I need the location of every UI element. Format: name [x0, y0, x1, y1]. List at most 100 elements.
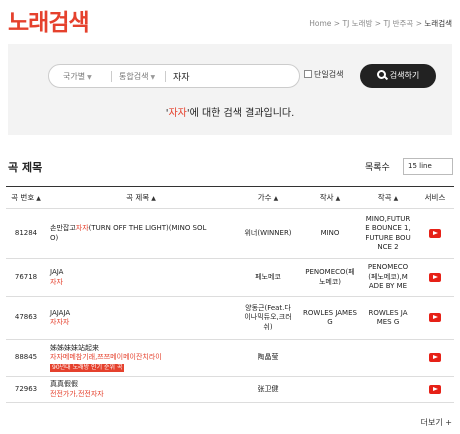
- checkbox-icon[interactable]: [304, 70, 312, 78]
- singer: 张卫健: [236, 376, 300, 403]
- search-button-label: 검색하기: [389, 71, 420, 80]
- sort-up-icon: ▲: [36, 195, 41, 202]
- composer: [360, 376, 416, 403]
- sort-up-icon: ▲: [151, 195, 156, 202]
- composer: PENOMECO (페노메코),M ADE BY ME: [360, 258, 416, 297]
- lyricist-text: ROWLES JAMES G: [303, 308, 357, 326]
- highlighted-keyword: 자자메메참기래,쯔쯔메이메이잔치라이: [50, 353, 162, 362]
- table-row: 81284 손만잡고자자(TURN OFF THE LIGHT)(MINO SOL…: [6, 208, 454, 259]
- song-title-line: 자자자: [50, 318, 235, 327]
- composer: MINO,FUTUR E BOUNCE 1, FUTURE BOU NCE 2: [360, 208, 416, 259]
- singer: 陶晶莹: [236, 339, 300, 377]
- lyricist: PENOMECO(페 노메코): [300, 258, 360, 297]
- search-field: 국가별 ▼ 통합검색 ▼ 자자: [48, 64, 300, 88]
- lyricist: [300, 376, 360, 403]
- singer-text: 위너(WINNER): [244, 228, 292, 237]
- song-title[interactable]: JAJAJA 자자자: [46, 296, 236, 340]
- breadcrumb-tj-noraebang[interactable]: TJ 노래방: [342, 19, 372, 28]
- table-row: 88845 姊姊妹妹站起来 자자메메참기래,쯔쯔메이메이잔치라이 90년대 노래방 인…: [6, 339, 454, 377]
- song-title-line: 손만잡고자자(TURN OFF THE LIGHT)(MINO SOL: [50, 224, 235, 233]
- song-number: 72963: [6, 376, 46, 403]
- result-message: '자자'에 대한 검색 결과입니다.: [8, 104, 452, 119]
- lyricist-text: MINO: [320, 228, 340, 237]
- breadcrumb-home[interactable]: Home: [309, 19, 331, 28]
- lyricist: ROWLES JAMES G: [300, 296, 360, 340]
- youtube-icon[interactable]: [429, 353, 441, 363]
- song-title-line: 전전가가,전전자자: [50, 390, 235, 399]
- song-title-line: 자자메메참기래,쯔쯔메이메이잔치라이: [50, 353, 235, 362]
- page-header: 노래검색 Home > TJ 노래방 > TJ 반주곡 > 노래검색: [0, 0, 460, 40]
- youtube-icon[interactable]: [429, 313, 441, 323]
- rows-per-page-select[interactable]: 15 line: [403, 158, 453, 175]
- column-header-composer[interactable]: 작곡 ▲: [360, 186, 416, 209]
- song-title-line: 姊姊妹妹站起来: [50, 344, 235, 353]
- column-header-title[interactable]: 곡 제목 ▲: [46, 186, 236, 209]
- divider: [165, 71, 166, 82]
- song-number: 47863: [6, 296, 46, 340]
- column-header-number[interactable]: 곡 번호 ▲: [6, 186, 46, 209]
- song-title[interactable]: 真真假假 전전가가,전전자자: [46, 376, 236, 403]
- page-title: 노래검색: [8, 10, 90, 36]
- composer-text: MINO,FUTUR E BOUNCE 1, FUTURE BOU NCE 2: [365, 214, 411, 251]
- rows-per-page-label: 목록수: [365, 163, 390, 173]
- youtube-icon[interactable]: [429, 228, 441, 238]
- results-table: 곡 번호 ▲ 곡 제목 ▲ 가수 ▲ 작사 ▲ 작곡 ▲ 서비스 81284 손만잡고자자(…: [6, 186, 454, 403]
- song-title[interactable]: 姊姊妹妹站起来 자자메메참기래,쯔쯔메이메이잔치라이 90년대 노래방 인기 순위 …: [46, 339, 236, 377]
- lyricist: MINO: [300, 208, 360, 259]
- country-select[interactable]: 국가별 ▼: [63, 71, 92, 82]
- single-search-checkbox[interactable]: 단일검색: [304, 69, 343, 80]
- column-label: 서비스: [424, 193, 446, 202]
- sort-up-icon: ▲: [335, 195, 341, 202]
- divider: [111, 71, 112, 82]
- song-title-text: JAJAJA: [50, 308, 71, 317]
- single-search-label: 단일검색: [314, 70, 344, 79]
- composer: ROWLES JA MES G: [360, 296, 416, 340]
- search-type-select[interactable]: 통합검색 ▼: [119, 71, 155, 82]
- search-input[interactable]: 자자: [173, 70, 190, 83]
- singer-text: 陶晶莹: [257, 353, 279, 362]
- service: [416, 376, 454, 403]
- service: [416, 296, 454, 340]
- table-row: 47863 JAJAJA 자자자 양동근(Feat.다 이나믹듀오,크러 쉬) ROWL…: [6, 296, 454, 340]
- singer-text: 张卫健: [257, 384, 279, 393]
- table-row: 72963 真真假假 전전가가,전전자자 张卫健: [6, 376, 454, 403]
- chevron-down-icon: ▼: [87, 74, 92, 81]
- column-header-lyricist[interactable]: 작사 ▲: [300, 186, 360, 209]
- section-title: 곡 제목: [8, 161, 43, 174]
- service: [416, 258, 454, 297]
- youtube-icon[interactable]: [429, 272, 441, 282]
- singer: 페노메코: [236, 258, 300, 297]
- search-panel: 국가별 ▼ 통합검색 ▼ 자자 단일검색 검색하기 '자자'에 대한 검색 결과입니…: [8, 44, 452, 135]
- lyricist-text: PENOMECO(페 노메코): [305, 268, 355, 286]
- song-title[interactable]: JAJA 자자: [46, 258, 236, 297]
- search-icon: [376, 70, 386, 79]
- song-title-text: (TURN OFF THE LIGHT)(MINO SOL: [88, 224, 207, 233]
- column-label: 곡 제목: [126, 193, 150, 202]
- search-type-value: 통합검색: [119, 72, 149, 81]
- column-header-singer[interactable]: 가수 ▲: [236, 186, 300, 209]
- song-title[interactable]: 손만잡고자자(TURN OFF THE LIGHT)(MINO SOL O): [46, 208, 236, 259]
- more-label: 더보기: [420, 418, 443, 427]
- column-label: 작곡: [377, 193, 392, 202]
- breadcrumb-tj-accompaniment[interactable]: TJ 반주곡: [383, 19, 413, 28]
- song-title-text: O): [50, 233, 59, 242]
- song-title-text: 真真假假: [50, 380, 78, 389]
- composer-text: ROWLES JA MES G: [368, 308, 408, 326]
- song-title-text: JAJA: [50, 268, 64, 277]
- singer: 양동근(Feat.다 이나믹듀오,크러 쉬): [236, 296, 300, 340]
- composer: [360, 339, 416, 377]
- youtube-icon[interactable]: [429, 384, 441, 394]
- breadcrumb-current: 노래검색: [424, 19, 452, 28]
- song-number: 88845: [6, 339, 46, 377]
- singer-text: 페노메코: [255, 272, 281, 281]
- song-title-line: 자자: [50, 278, 235, 287]
- lyricist: [300, 339, 360, 377]
- more-link[interactable]: 더보기 +: [421, 417, 452, 428]
- sort-up-icon: ▲: [273, 195, 279, 202]
- service: [416, 208, 454, 259]
- column-label: 작사: [319, 193, 334, 202]
- highlighted-keyword: 자자자: [50, 318, 70, 326]
- singer: 위너(WINNER): [236, 208, 300, 259]
- search-button[interactable]: 검색하기: [360, 64, 436, 88]
- result-keyword: 자자: [168, 108, 187, 119]
